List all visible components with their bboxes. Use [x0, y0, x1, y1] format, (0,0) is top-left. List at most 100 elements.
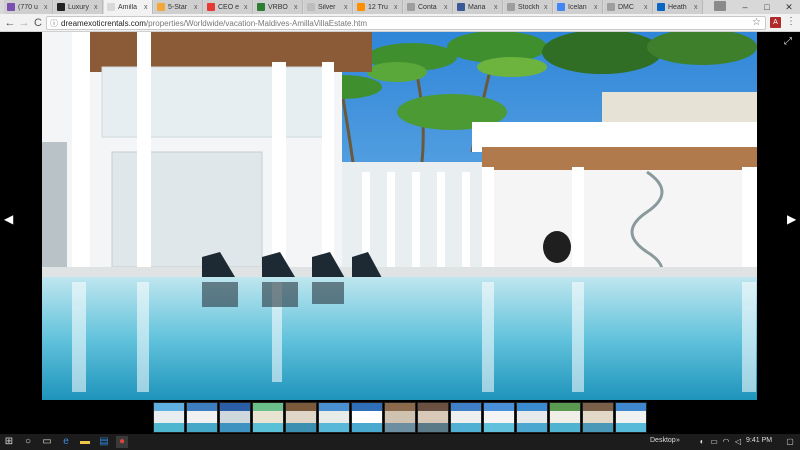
search-icon[interactable]: ○: [22, 436, 34, 448]
extension-icon[interactable]: A: [770, 17, 781, 28]
browser-tab[interactable]: Amilla x: [104, 0, 153, 14]
tab-close-icon[interactable]: x: [544, 4, 552, 11]
back-button[interactable]: ←: [3, 16, 17, 30]
photo-thumbnail[interactable]: [153, 402, 185, 433]
browser-tab[interactable]: 12 Tru x: [354, 0, 403, 14]
browser-menu-icon[interactable]: ⋮: [786, 16, 796, 27]
photo-thumbnail[interactable]: [384, 402, 416, 433]
windows-start-icon[interactable]: ⊞: [3, 436, 15, 448]
tab-label: Silver: [318, 3, 336, 11]
store-icon[interactable]: ▤: [98, 436, 110, 448]
tab-label: Amilla: [118, 3, 138, 11]
file-explorer-icon[interactable]: ▬: [79, 436, 91, 448]
tab-close-icon[interactable]: x: [644, 4, 652, 11]
tab-close-icon[interactable]: x: [694, 4, 702, 11]
photo-thumbnail[interactable]: [252, 402, 284, 433]
info-icon[interactable]: ⓘ: [50, 18, 58, 29]
forward-button[interactable]: →: [17, 16, 31, 30]
profile-icon[interactable]: [714, 1, 726, 11]
tab-label: 5-Star: [168, 3, 188, 11]
tab-close-icon[interactable]: x: [44, 4, 52, 11]
browser-tab[interactable]: Stockh x: [504, 0, 553, 14]
browser-tab[interactable]: Conta x: [404, 0, 453, 14]
tab-label: Luxury: [68, 3, 90, 11]
address-toolbar: ← → C ⓘ dreamexoticrentals.com/propertie…: [0, 14, 800, 32]
photo-thumbnail[interactable]: [516, 402, 548, 433]
tab-label: Icelan: [568, 3, 587, 11]
tab-close-icon[interactable]: x: [594, 4, 602, 11]
tab-favicon-icon: [607, 3, 615, 11]
tab-close-icon[interactable]: x: [244, 4, 252, 11]
browser-tab[interactable]: Silver x: [304, 0, 353, 14]
battery-icon[interactable]: ▭: [708, 436, 720, 448]
photo-thumbnail[interactable]: [582, 402, 614, 433]
tab-favicon-icon: [557, 3, 565, 11]
browser-tab[interactable]: DMC x: [604, 0, 653, 14]
photo-thumbnail[interactable]: [186, 402, 218, 433]
photo-thumbnail[interactable]: [417, 402, 449, 433]
wifi-icon[interactable]: ◠: [720, 436, 732, 448]
tab-close-icon[interactable]: x: [194, 4, 202, 11]
tab-label: Maria: [468, 3, 486, 11]
chrome-icon[interactable]: ●: [116, 436, 128, 448]
fullscreen-icon[interactable]: ⤢: [784, 36, 792, 47]
tab-close-icon[interactable]: x: [444, 4, 452, 11]
minimize-button[interactable]: –: [734, 0, 756, 14]
tab-label: Stockh: [518, 3, 540, 11]
photo-thumbnail[interactable]: [450, 402, 482, 433]
photo-thumbnail[interactable]: [318, 402, 350, 433]
photo-thumbnail[interactable]: [615, 402, 647, 433]
photo-lightbox: ◀ ▶ ⤢: [0, 32, 800, 434]
tab-favicon-icon: [507, 3, 515, 11]
browser-tab[interactable]: Luxury x: [54, 0, 103, 14]
tab-close-icon[interactable]: x: [394, 4, 402, 11]
url-path: /properties/Worldwide/vacation-Maldives-…: [145, 19, 368, 28]
address-bar[interactable]: ⓘ dreamexoticrentals.com/properties/Worl…: [46, 16, 766, 30]
next-photo-arrow[interactable]: ▶: [787, 212, 796, 226]
photo-thumbnail[interactable]: [549, 402, 581, 433]
tab-label: 12 Tru: [368, 3, 388, 11]
tab-favicon-icon: [107, 3, 115, 11]
url-text: dreamexoticrentals.com/properties/Worldw…: [61, 19, 367, 28]
bookmark-star-icon[interactable]: ☆: [752, 17, 761, 28]
villa-pool-photo: [42, 32, 757, 400]
volume-icon[interactable]: ◁: [732, 436, 744, 448]
browser-tab[interactable]: Maria x: [454, 0, 503, 14]
previous-photo-arrow[interactable]: ◀: [4, 212, 13, 226]
desktop-toolbar-label[interactable]: Desktop: [650, 437, 676, 444]
browser-tab[interactable]: 5-Star x: [154, 0, 203, 14]
tab-favicon-icon: [7, 3, 15, 11]
tab-close-icon[interactable]: x: [294, 4, 302, 11]
tab-label: (770 u: [18, 3, 38, 11]
tab-label: Heath: [668, 3, 687, 11]
tab-close-icon[interactable]: x: [144, 4, 152, 11]
maximize-button[interactable]: □: [756, 0, 778, 14]
close-window-button[interactable]: ✕: [778, 0, 800, 14]
notifications-icon[interactable]: ▢: [784, 436, 796, 448]
browser-tab[interactable]: Heath x: [654, 0, 703, 14]
tab-favicon-icon: [207, 3, 215, 11]
tab-favicon-icon: [57, 3, 65, 11]
tab-favicon-icon: [357, 3, 365, 11]
clock[interactable]: 9:41 PM: [746, 437, 772, 444]
tab-favicon-icon: [307, 3, 315, 11]
photo-thumbnail[interactable]: [219, 402, 251, 433]
chevron-icon[interactable]: »: [676, 437, 680, 444]
browser-tab[interactable]: CEO e x: [204, 0, 253, 14]
thumbnail-strip: [153, 402, 647, 433]
photo-thumbnail[interactable]: [351, 402, 383, 433]
photo-thumbnail[interactable]: [483, 402, 515, 433]
browser-tab[interactable]: VRBO x: [254, 0, 303, 14]
tab-favicon-icon: [257, 3, 265, 11]
tab-close-icon[interactable]: x: [344, 4, 352, 11]
tab-favicon-icon: [457, 3, 465, 11]
reload-button[interactable]: C: [31, 16, 45, 30]
photo-thumbnail[interactable]: [285, 402, 317, 433]
browser-tab[interactable]: (770 u x: [4, 0, 53, 14]
network-icon[interactable]: ◐: [696, 436, 708, 448]
tab-close-icon[interactable]: x: [494, 4, 502, 11]
edge-icon[interactable]: e: [60, 436, 72, 448]
task-view-icon[interactable]: ▭: [41, 436, 53, 448]
browser-tab[interactable]: Icelan x: [554, 0, 603, 14]
tab-close-icon[interactable]: x: [94, 4, 102, 11]
